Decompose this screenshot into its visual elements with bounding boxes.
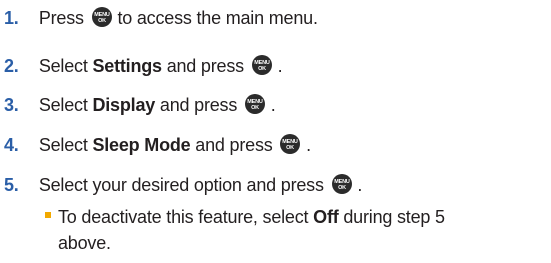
menu-option-display: Display	[92, 95, 156, 115]
step-text: Select your desired option and press	[38, 175, 329, 195]
step-text-end: to access the main menu.	[117, 8, 318, 28]
menu-ok-key-icon: MENU OK	[331, 174, 352, 194]
menu-ok-key-icon: MENU OK	[91, 7, 112, 27]
note: To deactivate this feature, select Off d…	[58, 204, 445, 256]
note-text-line2: above.	[58, 233, 111, 253]
step-text-end: .	[270, 95, 276, 115]
key-bottom-label: OK	[338, 185, 346, 191]
note-bullet	[45, 212, 51, 218]
step-text: Select	[38, 56, 93, 76]
step-2: 2. Select Settings and press MENU OK .	[0, 55, 283, 76]
step-text: Select	[38, 135, 93, 155]
note-option-off: Off	[313, 207, 339, 227]
note-text-end: during step 5	[338, 207, 445, 227]
step-5: 5. Select your desired option and press …	[0, 174, 362, 195]
step-text-mid: and press	[159, 95, 242, 115]
key-bottom-label: OK	[98, 18, 106, 24]
key-bottom-label: OK	[251, 105, 259, 111]
step-number: 4.	[4, 135, 19, 155]
step-text: Select	[38, 95, 93, 115]
step-text-end: .	[306, 135, 311, 155]
menu-option-sleep-mode: Sleep Mode	[92, 135, 191, 155]
step-number: 3.	[4, 95, 19, 115]
step-number: 1.	[4, 8, 19, 28]
step-text-mid: and press	[195, 135, 278, 155]
step-number: 2.	[4, 56, 19, 76]
menu-ok-key-icon: MENU OK	[251, 55, 272, 75]
step-1: 1. Press MENU OK to access the main menu…	[0, 7, 318, 28]
note-text: To deactivate this feature, select	[58, 207, 314, 227]
step-text-mid: and press	[166, 56, 249, 76]
key-bottom-label: OK	[258, 66, 266, 72]
key-bottom-label: OK	[286, 145, 294, 151]
step-text: Press	[38, 8, 89, 28]
menu-ok-key-icon: MENU OK	[280, 134, 301, 154]
step-number: 5.	[4, 175, 19, 195]
step-text-end: .	[357, 175, 363, 195]
step-text-end: .	[277, 56, 283, 76]
step-4: 4. Select Sleep Mode and press MENU OK .	[0, 134, 311, 155]
step-3: 3. Select Display and press MENU OK .	[0, 94, 276, 115]
menu-ok-key-icon: MENU OK	[244, 94, 265, 114]
menu-option-settings: Settings	[92, 56, 162, 76]
